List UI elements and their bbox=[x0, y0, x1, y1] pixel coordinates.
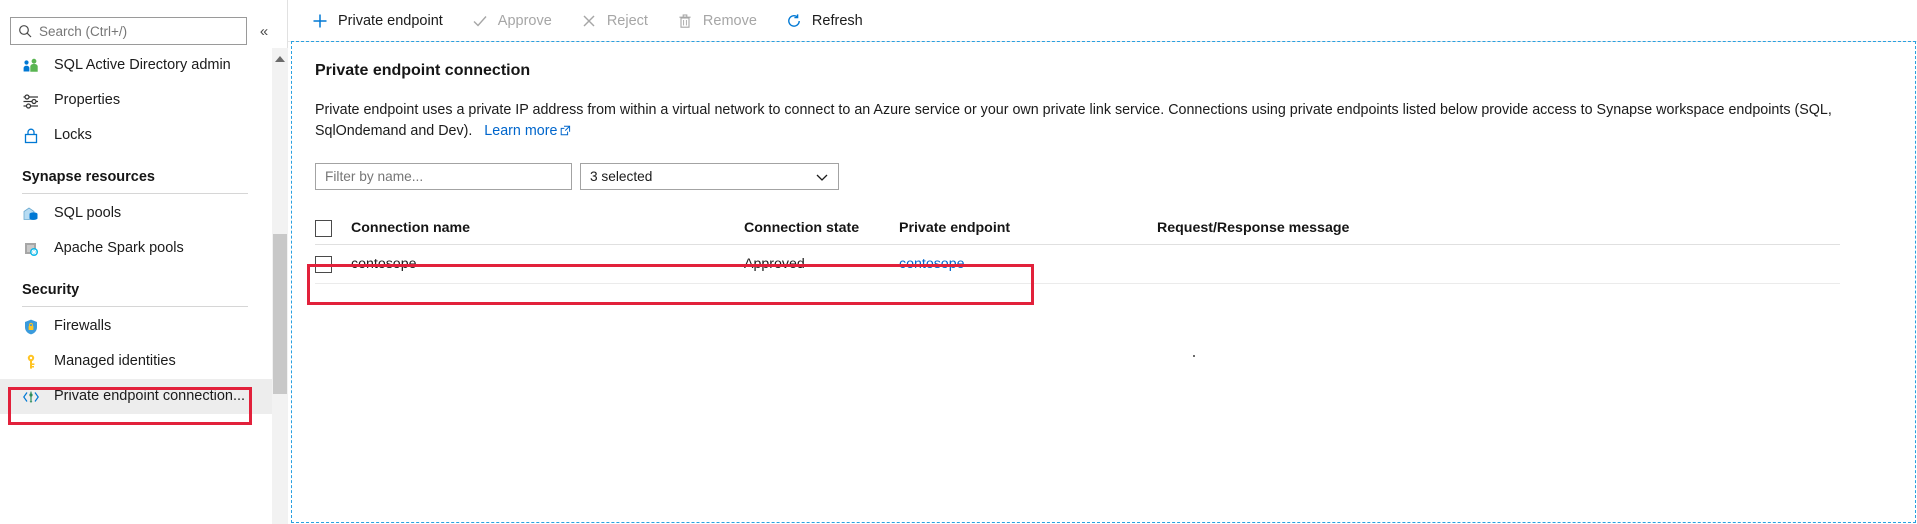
sidebar-item-label: Firewalls bbox=[54, 319, 111, 334]
sidebar-nav: SQL Active Directory admin Properties bbox=[0, 48, 272, 524]
sidebar-item-label: Managed identities bbox=[54, 354, 176, 369]
command-toolbar: Private endpoint Approve Reject bbox=[288, 0, 1917, 42]
search-icon bbox=[18, 24, 32, 38]
sidebar-item-label: SQL pools bbox=[54, 206, 121, 221]
sidebar-item-label: Apache Spark pools bbox=[54, 241, 184, 256]
refresh-icon bbox=[785, 12, 803, 30]
sidebar-item-label: Properties bbox=[54, 93, 120, 108]
toolbar-item-label: Refresh bbox=[812, 13, 863, 29]
select-all-checkbox[interactable] bbox=[315, 220, 332, 237]
panel-description: Private endpoint uses a private IP addre… bbox=[315, 100, 1845, 143]
scroll-up-arrow-icon[interactable] bbox=[275, 56, 285, 62]
row-select-cell bbox=[315, 256, 351, 273]
toolbar-item-label: Private endpoint bbox=[338, 13, 443, 29]
sidebar: « SQL Active Directory admin bbox=[0, 0, 288, 524]
sidebar-item-locks[interactable]: Locks bbox=[0, 118, 272, 153]
sidebar-search-row: « bbox=[0, 0, 287, 48]
sliders-icon bbox=[22, 92, 40, 110]
cell-private-endpoint: contosope bbox=[899, 256, 1157, 272]
sidebar-item-properties[interactable]: Properties bbox=[0, 83, 272, 118]
sidebar-item-label: Locks bbox=[54, 128, 92, 143]
scrollbar-thumb[interactable] bbox=[273, 234, 287, 394]
private-endpoint-icon bbox=[22, 388, 40, 406]
private-endpoint-link[interactable]: contosope bbox=[899, 256, 964, 272]
filter-by-name-input[interactable] bbox=[315, 163, 572, 190]
main-content: Private endpoint Approve Reject bbox=[288, 0, 1917, 524]
sidebar-item-sql-active-directory-admin[interactable]: SQL Active Directory admin bbox=[0, 48, 272, 83]
connections-table: Connection name Connection state Private… bbox=[315, 212, 1840, 284]
trash-icon bbox=[676, 12, 694, 30]
select-all-cell bbox=[315, 220, 351, 237]
sidebar-item-private-endpoint-connections[interactable]: Private endpoint connection... bbox=[0, 379, 272, 414]
private-endpoint-panel: Private endpoint connection Private endp… bbox=[288, 42, 1917, 284]
chevron-down-icon bbox=[816, 169, 828, 184]
learn-more-link[interactable]: Learn more bbox=[484, 123, 557, 139]
sidebar-item-label: SQL Active Directory admin bbox=[54, 58, 231, 73]
connection-state-select[interactable]: 3 selected bbox=[580, 163, 839, 190]
toolbar-item-label: Approve bbox=[498, 13, 552, 29]
toolbar-item-label: Remove bbox=[703, 13, 757, 29]
users-icon bbox=[22, 57, 40, 75]
collapse-sidebar-button[interactable]: « bbox=[251, 18, 277, 44]
page-title: Private endpoint connection bbox=[315, 62, 1917, 80]
sidebar-group-title: Security bbox=[22, 282, 250, 298]
lock-icon bbox=[22, 127, 40, 145]
azure-portal-screen: « SQL Active Directory admin bbox=[0, 0, 1917, 524]
toolbar-approve-button[interactable]: Approve bbox=[471, 6, 552, 36]
table-row[interactable]: contosope Approved contosope bbox=[315, 245, 1840, 284]
row-checkbox[interactable] bbox=[315, 256, 332, 273]
column-header-private-endpoint: Private endpoint bbox=[899, 220, 1157, 236]
divider bbox=[22, 306, 248, 307]
table-header-row: Connection name Connection state Private… bbox=[315, 212, 1840, 245]
cross-icon bbox=[580, 12, 598, 30]
cell-connection-name: contosope bbox=[351, 256, 744, 272]
connection-state-select-value: 3 selected bbox=[590, 169, 652, 184]
sidebar-item-firewalls[interactable]: Firewalls bbox=[0, 309, 272, 344]
toolbar-refresh-button[interactable]: Refresh bbox=[785, 6, 863, 36]
sidebar-group-security: Security bbox=[0, 266, 272, 309]
sidebar-item-sql-pools[interactable]: SQL pools bbox=[0, 196, 272, 231]
toolbar-private-endpoint-button[interactable]: Private endpoint bbox=[311, 6, 443, 36]
divider bbox=[22, 193, 248, 194]
column-header-connection-state: Connection state bbox=[744, 220, 899, 236]
toolbar-item-label: Reject bbox=[607, 13, 648, 29]
database-icon bbox=[22, 205, 40, 223]
sidebar-item-apache-spark-pools[interactable]: Apache Spark pools bbox=[0, 231, 272, 266]
toolbar-reject-button[interactable]: Reject bbox=[580, 6, 648, 36]
filter-row: 3 selected bbox=[315, 163, 1917, 190]
sidebar-item-label: Private endpoint connection... bbox=[54, 389, 245, 404]
key-icon bbox=[22, 353, 40, 371]
check-icon bbox=[471, 12, 489, 30]
plus-icon bbox=[311, 12, 329, 30]
search-box[interactable] bbox=[10, 17, 247, 45]
sidebar-scrollbar[interactable] bbox=[272, 48, 288, 524]
search-input[interactable] bbox=[39, 24, 246, 39]
column-header-request-response-message: Request/Response message bbox=[1157, 220, 1840, 236]
external-link-icon bbox=[560, 122, 571, 143]
sidebar-group-synapse-resources: Synapse resources bbox=[0, 153, 272, 196]
chip-icon bbox=[22, 240, 40, 258]
sidebar-group-title: Synapse resources bbox=[22, 169, 250, 185]
column-header-connection-name: Connection name bbox=[351, 220, 744, 236]
stray-dot bbox=[1193, 355, 1195, 357]
toolbar-remove-button[interactable]: Remove bbox=[676, 6, 757, 36]
cell-connection-state: Approved bbox=[744, 256, 899, 272]
sidebar-item-managed-identities[interactable]: Managed identities bbox=[0, 344, 272, 379]
shield-icon bbox=[22, 318, 40, 336]
